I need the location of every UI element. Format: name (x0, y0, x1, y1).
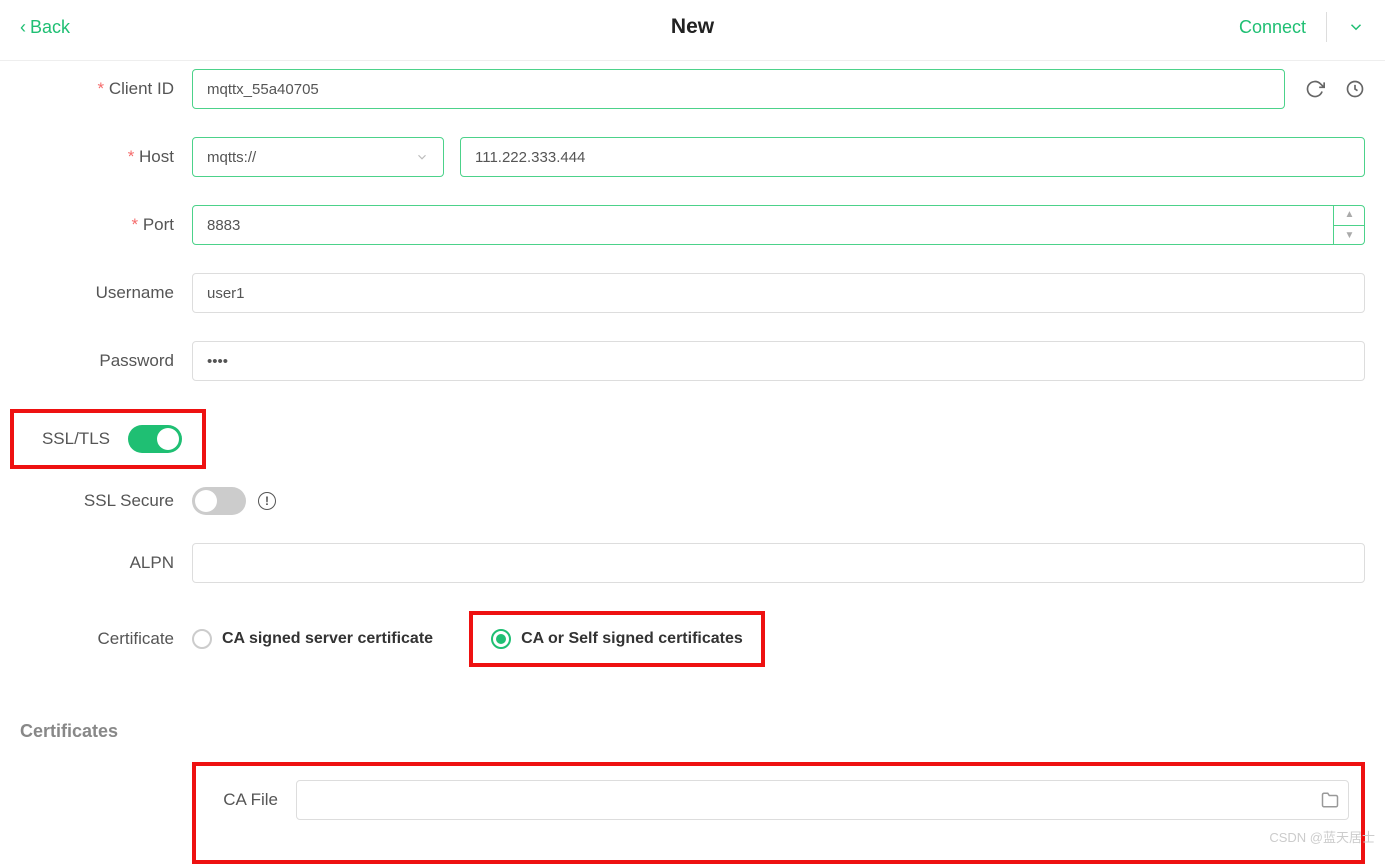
chevron-down-icon[interactable] (1347, 18, 1365, 36)
label-client-id: Client ID (20, 79, 192, 99)
label-alpn: ALPN (20, 553, 192, 573)
port-stepper[interactable]: ▲ ▼ (1333, 205, 1365, 245)
username-input[interactable] (192, 273, 1365, 313)
label-ca-file: CA File (208, 790, 278, 810)
port-input[interactable] (192, 205, 1365, 245)
form-content: Client ID Host mqtts:// Port (0, 61, 1385, 864)
client-id-input[interactable] (192, 69, 1285, 109)
label-password: Password (20, 351, 192, 371)
row-port: Port ▲ ▼ (20, 205, 1365, 245)
row-ssl-tls: SSL/TLS (20, 409, 1365, 469)
highlight-self-signed: CA or Self signed certificates (469, 611, 765, 667)
radio-label-ca-signed: CA signed server certificate (222, 630, 433, 648)
row-username: Username (20, 273, 1365, 313)
protocol-select[interactable]: mqtts:// (192, 137, 444, 177)
page-title: New (671, 15, 714, 39)
certificates-section-title: Certificates (20, 707, 1365, 762)
row-client-id: Client ID (20, 69, 1365, 109)
radio-icon (192, 629, 212, 649)
toggle-knob (157, 428, 179, 450)
port-up-icon[interactable]: ▲ (1334, 205, 1365, 226)
radio-ca-signed[interactable]: CA signed server certificate (192, 629, 433, 649)
ssl-tls-toggle[interactable] (128, 425, 182, 453)
back-label: Back (30, 17, 70, 38)
label-ssl-tls: SSL/TLS (20, 429, 128, 449)
connect-button[interactable]: Connect (1239, 17, 1306, 38)
protocol-value: mqtts:// (207, 149, 256, 166)
label-certificate: Certificate (20, 629, 192, 649)
row-password: Password (20, 341, 1365, 381)
header-bar: ‹ Back New Connect (0, 0, 1385, 61)
info-icon[interactable]: ! (258, 492, 276, 510)
radio-label-self-signed: CA or Self signed certificates (521, 630, 743, 648)
back-button[interactable]: ‹ Back (20, 17, 70, 38)
row-host: Host mqtts:// (20, 137, 1365, 177)
row-alpn: ALPN (20, 543, 1365, 583)
label-port: Port (20, 215, 192, 235)
refresh-icon[interactable] (1305, 79, 1325, 99)
label-ssl-secure: SSL Secure (20, 491, 192, 511)
history-icon[interactable] (1345, 79, 1365, 99)
divider (1326, 12, 1327, 42)
highlight-ca-file: CA File (192, 762, 1365, 864)
chevron-left-icon: ‹ (20, 17, 26, 38)
row-ssl-secure: SSL Secure ! (20, 487, 1365, 515)
label-username: Username (20, 283, 192, 303)
host-input[interactable] (460, 137, 1365, 177)
radio-self-signed[interactable]: CA or Self signed certificates (491, 629, 743, 649)
label-host: Host (20, 147, 192, 167)
port-down-icon[interactable]: ▼ (1334, 226, 1365, 246)
radio-icon (491, 629, 511, 649)
ca-file-input[interactable] (296, 780, 1349, 820)
highlight-ssl-tls: SSL/TLS (10, 409, 206, 469)
ssl-secure-toggle[interactable] (192, 487, 246, 515)
header-actions: Connect (1239, 12, 1365, 42)
toggle-knob (195, 490, 217, 512)
folder-icon[interactable] (1321, 791, 1339, 809)
chevron-down-icon (415, 150, 429, 164)
password-input[interactable] (192, 341, 1365, 381)
alpn-input[interactable] (192, 543, 1365, 583)
row-certificate: Certificate CA signed server certificate… (20, 611, 1365, 667)
